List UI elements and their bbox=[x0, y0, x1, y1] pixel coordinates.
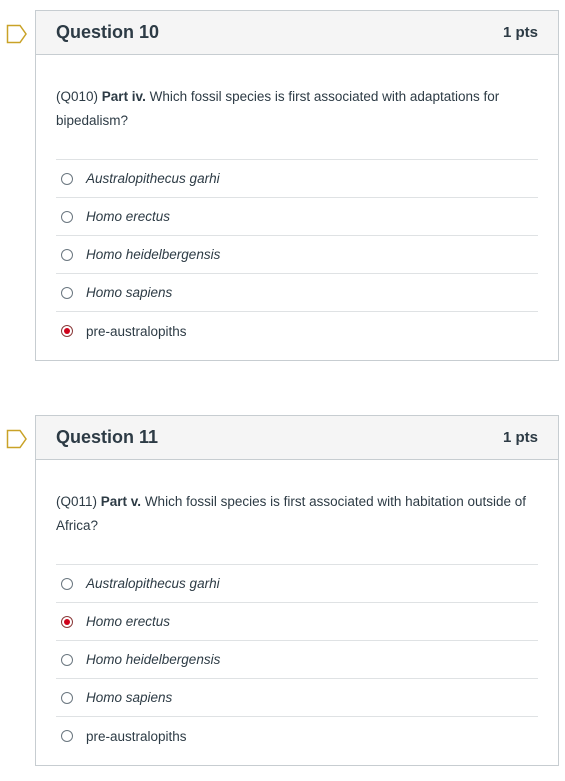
radio-button[interactable] bbox=[61, 248, 73, 261]
answer-label: Homo erectus bbox=[86, 614, 171, 629]
answer-label: Australopithecus garhi bbox=[86, 171, 220, 186]
answer-option[interactable]: pre-australopiths bbox=[56, 312, 538, 350]
answer-label: Australopithecus garhi bbox=[86, 576, 220, 591]
answer-option[interactable]: Homo erectus bbox=[56, 198, 538, 236]
radio-button[interactable] bbox=[61, 577, 73, 590]
answer-label: pre-australopiths bbox=[86, 323, 187, 339]
question-header: Question 11 1 pts bbox=[36, 416, 558, 460]
question-part: Part iv. bbox=[101, 89, 146, 104]
flag-question-icon[interactable] bbox=[6, 24, 28, 44]
radio-selected[interactable] bbox=[61, 615, 73, 628]
question-title: Question 10 bbox=[56, 22, 160, 42]
question-points: 1 pts bbox=[502, 429, 538, 446]
radio-button[interactable] bbox=[61, 653, 73, 666]
question-part: Part v. bbox=[100, 494, 142, 509]
answer-option[interactable]: Homo heidelbergensis bbox=[56, 236, 538, 274]
answer-option[interactable]: Homo erectus bbox=[56, 603, 538, 641]
answer-option[interactable]: Homo sapiens bbox=[56, 274, 538, 312]
radio-button[interactable] bbox=[61, 286, 73, 299]
answer-option[interactable]: Homo heidelbergensis bbox=[56, 641, 538, 679]
question-header: Question 10 1 pts bbox=[36, 11, 558, 55]
answer-label: Homo heidelbergensis bbox=[86, 247, 221, 262]
answer-option[interactable]: pre-australopiths bbox=[56, 717, 538, 755]
radio-button[interactable] bbox=[61, 730, 73, 742]
question-points: 1 pts bbox=[502, 24, 538, 41]
answer-label: Homo sapiens bbox=[86, 285, 173, 300]
answer-label: Homo sapiens bbox=[86, 690, 173, 705]
answer-option[interactable]: Australopithecus garhi bbox=[56, 160, 538, 198]
answer-label: Homo heidelbergensis bbox=[86, 652, 221, 667]
question-title: Question 11 bbox=[56, 427, 159, 447]
radio-button[interactable] bbox=[61, 172, 73, 185]
answer-list: Australopithecus garhi Homo erectus Homo h… bbox=[56, 159, 538, 350]
question-card: Question 10 1 pts (Q010) Part iv. Which … bbox=[35, 10, 559, 361]
question-card: Question 11 1 pts (Q011) Part v. Which f… bbox=[35, 415, 559, 766]
flag-question-icon[interactable] bbox=[6, 429, 28, 449]
question-code: (Q010) bbox=[56, 89, 99, 104]
radio-selected[interactable] bbox=[61, 325, 73, 337]
answer-list: Australopithecus garhi Homo erectus Homo h… bbox=[56, 564, 538, 755]
question-code: (Q011) bbox=[56, 494, 98, 509]
radio-button[interactable] bbox=[61, 691, 73, 704]
question-text: (Q010) Part iv. Which fossil species is … bbox=[36, 55, 558, 133]
question-text: (Q011) Part v. Which fossil species is f… bbox=[36, 460, 558, 538]
answer-label: pre-australopiths bbox=[86, 728, 187, 744]
radio-button[interactable] bbox=[61, 210, 73, 223]
answer-option[interactable]: Australopithecus garhi bbox=[56, 565, 538, 603]
answer-option[interactable]: Homo sapiens bbox=[56, 679, 538, 717]
answer-label: Homo erectus bbox=[86, 209, 171, 224]
